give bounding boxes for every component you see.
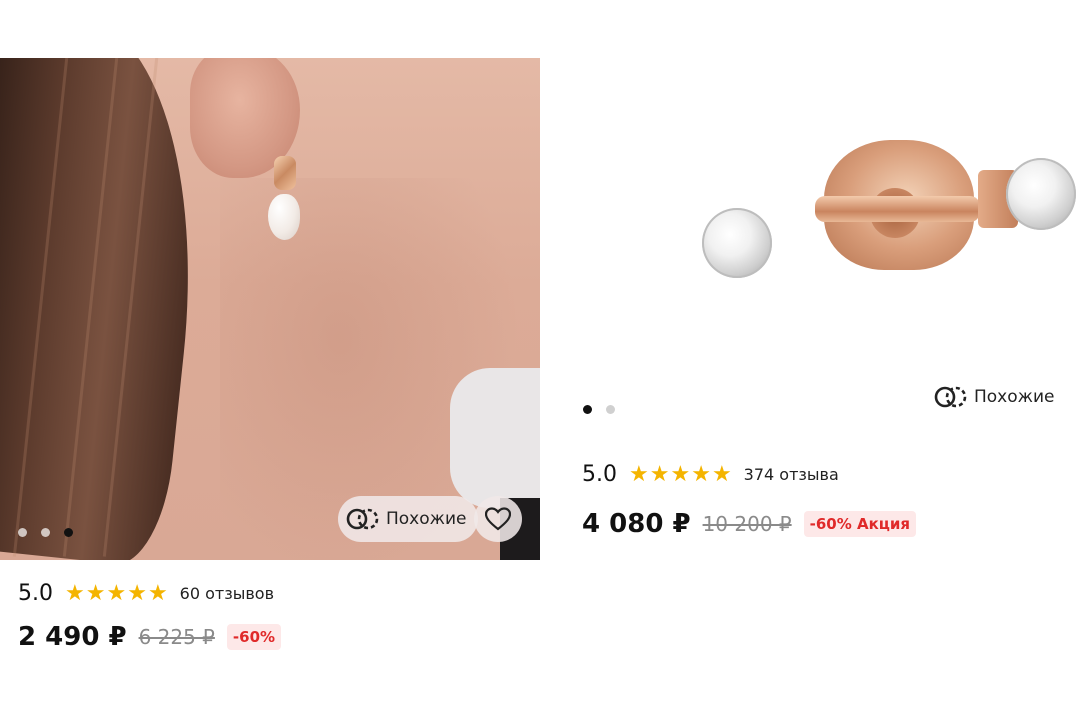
star-icon: ★ <box>127 580 147 606</box>
product-card-1[interactable]: Похожие 5.0 ★ ★ ★ ★ ★ 60 отзывов 2 490 ₽… <box>0 0 540 720</box>
pager-dot[interactable] <box>606 405 615 414</box>
heart-icon <box>485 507 511 531</box>
old-price: 6 225 ₽ <box>138 625 215 649</box>
reviews-link[interactable]: 60 отзывов <box>180 584 274 603</box>
rating-row[interactable]: 5.0 ★ ★ ★ ★ ★ 60 отзывов <box>18 581 274 606</box>
product-image-2[interactable]: Похожие <box>560 0 1080 440</box>
rating-stars: ★ ★ ★ ★ ★ <box>65 580 168 606</box>
favorite-button[interactable] <box>474 496 522 542</box>
earring-stone-right <box>1006 158 1076 230</box>
star-icon: ★ <box>649 461 670 487</box>
similar-label: Похожие <box>386 509 467 529</box>
rating-value: 5.0 <box>18 581 53 606</box>
product-card-2[interactable]: Похожие 5.0 ★ ★ ★ ★ ★ 374 отзыва 4 080 ₽… <box>560 0 1080 720</box>
pager-dot-active[interactable] <box>64 528 73 537</box>
star-icon: ★ <box>106 580 127 606</box>
rating-value: 5.0 <box>582 462 617 487</box>
pager-dot[interactable] <box>18 528 27 537</box>
discount-badge: -60% <box>226 624 282 650</box>
price-row: 4 080 ₽ 10 200 ₽ -60% Акция <box>582 509 917 539</box>
old-price: 10 200 ₽ <box>702 512 792 536</box>
earring-post <box>815 196 980 222</box>
rating-stars: ★ ★ ★ ★ ★ <box>629 461 732 487</box>
similar-label: Похожие <box>974 387 1055 407</box>
reviews-link[interactable]: 374 отзыва <box>744 465 839 484</box>
image-pager-dots <box>583 405 615 414</box>
similar-icon <box>346 508 379 530</box>
product-image-1[interactable]: Похожие <box>0 58 540 560</box>
similar-button[interactable]: Похожие <box>338 496 479 542</box>
image-pager-dots <box>18 528 73 537</box>
earring-stone-left <box>702 208 772 278</box>
star-icon: ★ <box>65 580 85 606</box>
star-icon: ★ <box>691 461 711 487</box>
current-price: 4 080 ₽ <box>582 509 691 539</box>
current-price: 2 490 ₽ <box>18 622 127 652</box>
earring-pearl <box>268 194 300 240</box>
price-row: 2 490 ₽ 6 225 ₽ -60% <box>18 622 282 652</box>
star-icon: ★ <box>670 461 691 487</box>
star-icon: ★ <box>629 461 649 487</box>
star-icon: ★ <box>85 580 106 606</box>
earring-gold-top <box>274 156 296 190</box>
discount-badge: -60% Акция <box>803 511 917 537</box>
similar-icon <box>934 386 967 408</box>
similar-button[interactable]: Похожие <box>926 374 1066 420</box>
rating-row[interactable]: 5.0 ★ ★ ★ ★ ★ 374 отзыва <box>582 462 839 487</box>
pager-dot-active[interactable] <box>583 405 592 414</box>
pager-dot[interactable] <box>41 528 50 537</box>
star-icon: ★ <box>711 461 732 487</box>
star-icon: ★ <box>147 580 168 606</box>
